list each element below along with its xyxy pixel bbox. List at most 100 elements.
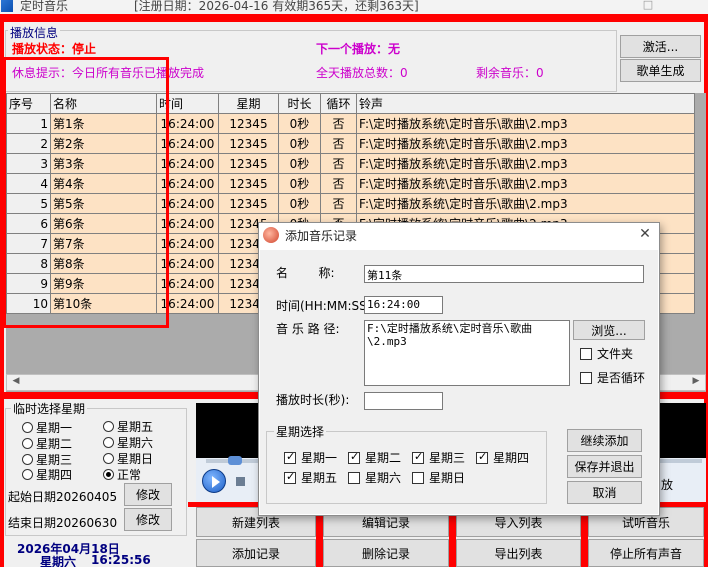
music-icon (263, 227, 279, 243)
radio-dot[interactable] (103, 437, 114, 448)
stop-icon[interactable] (236, 477, 245, 486)
time-input[interactable]: 16:24:00 (364, 296, 443, 314)
modify-start-button[interactable]: 修改 (124, 483, 172, 506)
row-time: 16:24:00 (156, 253, 219, 274)
week-select-group (266, 431, 547, 504)
continue-add-button[interactable]: 继续添加 (567, 429, 642, 452)
column-header-time[interactable]: 时间 (156, 93, 219, 114)
row-duration: 0秒 (278, 133, 321, 154)
play-icon[interactable] (202, 469, 226, 493)
checkbox-box[interactable] (284, 450, 296, 464)
radio-dot[interactable] (22, 454, 33, 465)
row-loop: 否 (320, 153, 357, 174)
table-row[interactable]: 4 第4条 16:24:00 12345 0秒否 F:\定时播放系统\定时音乐\歌曲\2.… (6, 173, 695, 194)
start-date: 起始日期20260405 (8, 490, 118, 504)
table-row[interactable]: 2 第2条 16:24:00 12345 0秒否 F:\定时播放系统\定时音乐\歌曲\2.… (6, 133, 695, 154)
chk-sunday[interactable]: 星期日 (412, 469, 465, 486)
checkbox-box[interactable] (412, 450, 424, 464)
close-icon[interactable]: ✕ (638, 226, 652, 242)
table-row[interactable]: 5 第5条 16:24:00 12345 0秒否 F:\定时播放系统\定时音乐\歌曲\2.… (6, 193, 695, 214)
chk-thursday[interactable]: 星期四 (476, 449, 529, 466)
column-header-ringtone[interactable]: 铃声 (356, 93, 695, 114)
maximize-icon[interactable]: □ (640, 0, 656, 12)
checkbox-box[interactable] (284, 470, 296, 484)
scroll-right-icon[interactable]: ▶ (689, 376, 703, 389)
table-row[interactable]: 1 第1条 16:24:00 12345 0秒否 F:\定时播放系统\定时音乐\歌曲\2.… (6, 113, 695, 134)
row-name: 第10条 (50, 293, 157, 314)
radio-normal[interactable]: 正常 (103, 466, 141, 483)
checkbox-label: 星期一 (301, 451, 338, 465)
save-exit-button[interactable]: 保存并退出 (567, 455, 642, 478)
radio-thursday[interactable]: 星期四 (22, 466, 72, 483)
export-list-button[interactable]: 导出列表 (456, 539, 581, 567)
radio-friday[interactable]: 星期五 (103, 418, 153, 435)
row-time: 16:24:00 (156, 173, 219, 194)
row-loop: 否 (320, 113, 357, 134)
chk-friday[interactable]: 星期五 (284, 469, 337, 486)
loop-checkbox[interactable]: 是否循环 (580, 369, 645, 386)
modify-end-button[interactable]: 修改 (124, 508, 172, 531)
chk-monday[interactable]: 星期一 (284, 449, 337, 466)
radio-dot[interactable] (103, 469, 114, 480)
row-ringtone: F:\定时播放系统\定时音乐\歌曲\2.mp3 (356, 153, 695, 174)
browse-button[interactable]: 浏览... (573, 320, 645, 340)
radio-saturday[interactable]: 星期六 (103, 434, 153, 451)
row-week: 12345 (218, 113, 279, 134)
seek-knob[interactable] (228, 456, 242, 465)
playlist-generate-button[interactable]: 歌单生成 (620, 59, 701, 82)
radio-sunday[interactable]: 星期日 (103, 450, 153, 467)
folder-checkbox-box[interactable] (580, 347, 592, 360)
radio-label: 星期二 (36, 437, 73, 451)
red-separator-1 (316, 507, 323, 567)
column-header-loop[interactable]: 循环 (320, 93, 357, 114)
column-header-name[interactable]: 名称 (50, 93, 157, 114)
table-row[interactable]: 3 第3条 16:24:00 12345 0秒否 F:\定时播放系统\定时音乐\歌曲\2.… (6, 153, 695, 174)
column-header-week[interactable]: 星期 (218, 93, 279, 114)
radio-dot[interactable] (22, 469, 33, 480)
checkbox-box[interactable] (412, 471, 424, 484)
checkbox-box[interactable] (476, 450, 488, 464)
radio-tuesday[interactable]: 星期二 (22, 435, 72, 452)
row-name: 第6条 (50, 213, 157, 234)
path-textarea[interactable]: F:\定时播放系统\定时音乐\歌曲 \2.mp3 (364, 320, 570, 386)
checkbox-box[interactable] (348, 471, 360, 484)
scroll-left-icon[interactable]: ◀ (9, 376, 23, 389)
radio-dot[interactable] (22, 422, 33, 433)
current-time: 16:25:56 (91, 553, 151, 567)
checkbox-box[interactable] (348, 450, 360, 464)
remaining-music: 剩余音乐：0 (476, 66, 544, 80)
row-time: 16:24:00 (156, 233, 219, 254)
row-index: 5 (6, 193, 51, 214)
chk-tuesday[interactable]: 星期二 (348, 449, 401, 466)
row-index: 6 (6, 213, 51, 234)
folder-checkbox[interactable]: 文件夹 (580, 345, 633, 362)
radio-dot[interactable] (103, 421, 114, 432)
row-index: 7 (6, 233, 51, 254)
row-time: 16:24:00 (156, 133, 219, 154)
delete-record-button[interactable]: 删除记录 (323, 539, 449, 567)
playback-info-group (5, 30, 617, 92)
column-header-duration[interactable]: 时长 (278, 93, 321, 114)
player-clip-text: 放 (661, 478, 674, 492)
row-ringtone: F:\定时播放系统\定时音乐\歌曲\2.mp3 (356, 133, 695, 154)
row-time: 16:24:00 (156, 273, 219, 294)
radio-dot[interactable] (103, 453, 114, 464)
chk-saturday[interactable]: 星期六 (348, 469, 401, 486)
checkbox-label: 星期日 (429, 471, 466, 485)
cancel-button[interactable]: 取消 (567, 481, 642, 504)
chk-wednesday[interactable]: 星期三 (412, 449, 465, 466)
loop-checkbox-box[interactable] (580, 371, 592, 384)
app-icon (1, 0, 13, 12)
stop-all-sounds-button[interactable]: 停止所有声音 (588, 539, 704, 567)
add-record-button[interactable]: 添加记录 (196, 539, 316, 567)
activate-button[interactable]: 激活... (620, 35, 701, 58)
row-duration: 0秒 (278, 113, 321, 134)
duration-input[interactable] (364, 392, 443, 410)
current-weekday: 星期六 (40, 555, 77, 567)
row-index: 3 (6, 153, 51, 174)
radio-monday[interactable]: 星期一 (22, 419, 72, 436)
row-week: 12345 (218, 193, 279, 214)
name-input[interactable]: 第11条 (364, 265, 644, 283)
column-header-index[interactable]: 序号 (6, 93, 51, 114)
radio-dot[interactable] (22, 438, 33, 449)
